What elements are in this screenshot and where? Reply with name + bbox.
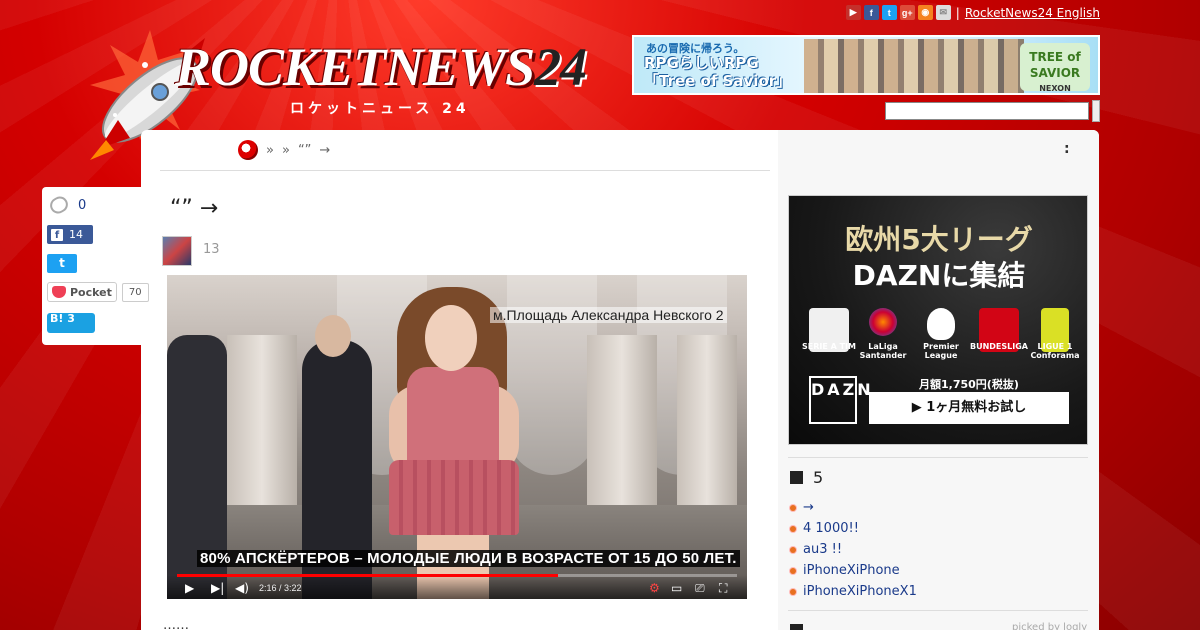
list-item[interactable]: iPhoneXiPhone — [790, 560, 917, 581]
divider — [788, 457, 1088, 458]
facebook-icon: f — [51, 228, 63, 241]
logo-subtitle: ロケットニュース 24 — [290, 101, 470, 117]
sidebar-header-colon: : — [1064, 141, 1070, 157]
ad-headline-2: DAZNに集結 — [852, 259, 1026, 292]
twitter-icon[interactable]: t — [881, 5, 897, 20]
square-bullet-icon — [790, 624, 803, 630]
woman-face — [425, 305, 477, 371]
premier-league-logo — [927, 308, 955, 340]
breadcrumb-separator: » — [281, 142, 290, 158]
top-social-bar: ▶ f t g+ ◉ ✉ | RocketNews24 English — [845, 5, 1100, 20]
divider — [160, 170, 770, 171]
station-arch — [507, 275, 597, 475]
league-name: LIGUE 1 Conforama — [1030, 342, 1080, 360]
twitter-icon: t — [47, 254, 77, 273]
pocket-button[interactable]: Pocket 70 — [47, 282, 149, 302]
pocket-icon — [52, 286, 66, 298]
facebook-share-count: 14 — [69, 228, 83, 241]
list-item[interactable]: iPhoneXiPhoneX1 — [790, 581, 917, 602]
video-progress-fill — [177, 574, 558, 577]
dazn-logo: DAZN — [809, 376, 871, 424]
youtube-icon[interactable]: ▶ — [845, 5, 861, 20]
search-button[interactable] — [1092, 100, 1100, 122]
banner-game-logo: TREE of SAVIOR NEXON — [1020, 43, 1090, 93]
woman-skirt — [389, 460, 519, 535]
settings-icon[interactable]: ⚙ — [649, 581, 660, 595]
article-title: “” → — [170, 196, 219, 221]
home-icon[interactable] — [238, 140, 258, 160]
cast-icon[interactable]: ⎚ — [695, 581, 705, 596]
facebook-icon[interactable]: f — [863, 5, 879, 20]
passerby-head — [315, 315, 351, 357]
divider — [788, 610, 1088, 611]
english-site-link[interactable]: RocketNews24 English — [965, 6, 1100, 20]
video-time: 2:16 / 3:22 — [259, 583, 302, 593]
league-name: LaLiga Santander — [859, 342, 907, 360]
banner-headline: RPGらしいRPG 「Tree of Savior」 — [644, 54, 792, 90]
author-avatar[interactable] — [162, 236, 192, 266]
ad-price: 月額1,750円(税抜) — [919, 378, 1019, 391]
fullscreen-icon[interactable]: ⛶ — [719, 581, 727, 596]
sidebar-section-title: 5 — [813, 468, 824, 487]
rss-icon[interactable]: ◉ — [917, 5, 933, 20]
bullet-icon — [790, 525, 796, 532]
bullet-icon — [790, 546, 796, 553]
league-name: Premier League — [923, 342, 959, 360]
pocket-count: 70 — [121, 282, 149, 302]
breadcrumb-arrow: → — [319, 142, 331, 158]
mail-icon[interactable]: ✉ — [935, 5, 951, 20]
breadcrumb: » » “” → — [238, 140, 330, 160]
googleplus-icon[interactable]: g+ — [899, 5, 915, 20]
breadcrumb-separator: » — [266, 142, 274, 158]
separator: | — [955, 5, 960, 20]
facebook-share-button[interactable]: f 14 — [47, 225, 93, 244]
article-body-text: …… — [163, 618, 189, 630]
picked-by-credit[interactable]: picked by logly — [1012, 622, 1087, 630]
next-icon[interactable]: ▶| — [211, 581, 224, 595]
ad-headline-1: 欧州5大リーグ — [845, 223, 1033, 256]
play-icon[interactable]: ▶ — [185, 581, 194, 595]
banner-characters-image — [804, 39, 1024, 93]
share-column: 0 f 14 t Pocket 70 B! 3 — [42, 187, 149, 345]
league-name: BUNDESLIGA — [970, 342, 1028, 351]
list-item[interactable]: → — [790, 497, 917, 518]
clip-icon — [47, 193, 71, 217]
hatena-icon: B! — [50, 312, 64, 325]
sidebar-article-list: → 4 1000!! au3 !! iPhoneXiPhone iPhoneXi… — [790, 497, 917, 602]
bullet-icon — [790, 567, 796, 574]
laliga-logo — [869, 308, 897, 336]
bullet-icon — [790, 588, 796, 595]
list-item[interactable]: 4 1000!! — [790, 518, 917, 539]
list-item[interactable]: au3 !! — [790, 539, 917, 560]
league-name: SERIE A TIM — [802, 342, 856, 351]
article-date: 13 — [203, 242, 220, 257]
video-location-caption: м.Площадь Александра Невского 2 — [490, 307, 727, 323]
bullet-icon — [790, 504, 796, 511]
hatena-bookmark-button[interactable]: B! 3 — [47, 313, 95, 333]
sidebar-section-heading: 5 — [790, 468, 823, 487]
clip-count: 0 — [78, 197, 87, 213]
free-trial-button[interactable]: ▶ 1ヶ月無料お試し — [869, 392, 1069, 424]
video-subtitle: 80% АПСКЁРТЕРОВ – МОЛОДЫЕ ЛЮДИ В ВОЗРАСТ… — [197, 550, 740, 567]
sidebar-dazn-ad[interactable]: 欧州5大リーグ DAZNに集結 SERIE A TIM LaLiga Santa… — [788, 195, 1088, 445]
pocket-label: Pocket — [70, 285, 112, 299]
miniplayer-icon[interactable]: ▭ — [671, 581, 682, 595]
twitter-share-button[interactable]: t — [47, 254, 77, 273]
embedded-video-player[interactable]: м.Площадь Александра Невского 2 80% АПСК… — [167, 275, 747, 599]
clip-row[interactable]: 0 — [47, 193, 87, 217]
logo-text: ROCKETNEWS24 — [175, 37, 587, 97]
top-banner-ad[interactable]: あの冒険に帰ろう。 RPGらしいRPG 「Tree of Savior」 TRE… — [632, 35, 1100, 95]
volume-icon[interactable]: ◀) — [235, 581, 249, 595]
video-controls — [167, 575, 747, 599]
breadcrumb-item[interactable]: “” — [298, 143, 311, 158]
hatena-count: 3 — [67, 312, 75, 325]
square-bullet-icon — [790, 471, 803, 484]
search-input[interactable] — [885, 102, 1089, 120]
